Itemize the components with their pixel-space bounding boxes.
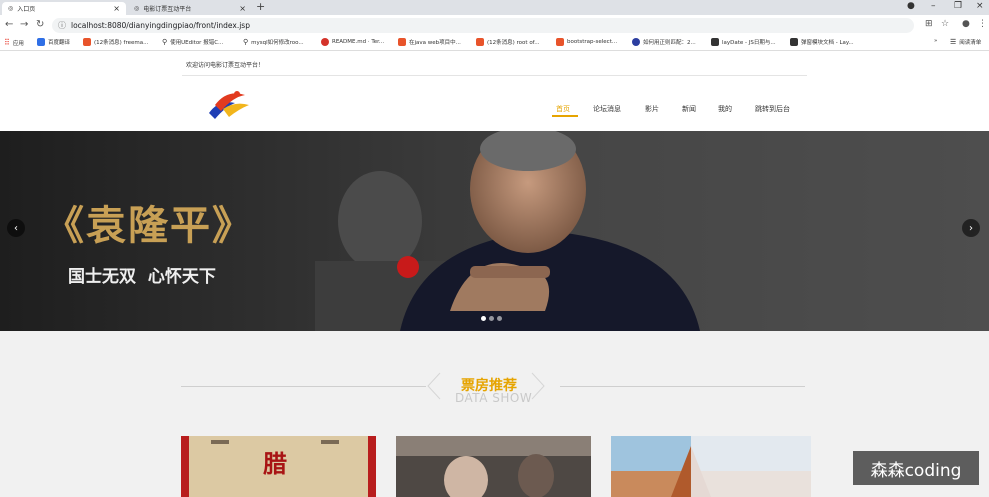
site-header: 欢迎访问电影订票互动平台！ 首页 论坛消息 影片 新闻 我的 跳转到后台 xyxy=(0,51,989,131)
csdn-icon xyxy=(556,38,564,46)
search-icon: ⚲ xyxy=(243,38,249,46)
tab-index[interactable]: ◎ 入口页 × xyxy=(2,2,126,15)
bookmark-item[interactable]: bootstrap-select... xyxy=(556,38,617,46)
bookmark-item[interactable]: ⚲ 使用UEditor 报错C... xyxy=(162,38,223,46)
globe-icon: ◎ xyxy=(134,5,140,12)
bookmark-item[interactable]: 如何用正则匹配：2... xyxy=(632,38,696,46)
tab-label: 电影订票互动平台 xyxy=(143,6,192,13)
menu-icon[interactable]: ⋮ xyxy=(978,19,987,29)
nav-home[interactable]: 首页 xyxy=(556,104,570,114)
url-field[interactable]: ⓘ localhost:8080/dianyingdingpiao/front/… xyxy=(52,18,914,33)
bookmarks-more-button[interactable]: » xyxy=(934,38,937,44)
account-icon[interactable]: ● xyxy=(962,19,970,29)
restore-button[interactable]: ❐ xyxy=(954,1,962,11)
csdn-icon xyxy=(476,38,484,46)
close-window-button[interactable]: × xyxy=(976,1,984,11)
profile-dot-icon[interactable]: ● xyxy=(907,1,915,11)
reading-list-button[interactable]: ☰ 阅读清单 xyxy=(950,38,981,46)
site-icon xyxy=(632,38,640,46)
layui-icon xyxy=(711,38,719,46)
apps-grid-icon: ⠿ xyxy=(4,38,10,47)
movie-card[interactable] xyxy=(396,436,591,497)
movie-card[interactable] xyxy=(611,436,811,497)
carousel-indicators xyxy=(481,316,502,321)
csdn-icon xyxy=(83,38,91,46)
nav-admin[interactable]: 跳转到后台 xyxy=(755,104,790,114)
address-toolbar: ← → ↻ ⓘ localhost:8080/dianyingdingpiao/… xyxy=(0,15,989,37)
bookmark-item[interactable]: 弹窗模块文档 - Lay... xyxy=(790,38,854,46)
browser-tab-bar: ◎ 入口页 × ◎ 电影订票互动平台 × + ● – ❐ × xyxy=(0,0,989,15)
section-subtitle: DATA SHOW xyxy=(455,391,533,405)
bookmark-item[interactable]: (12条消息) root of... xyxy=(476,38,539,46)
reading-list-icon: ☰ xyxy=(950,38,957,46)
watermark-label: 森森coding xyxy=(853,451,979,485)
carousel-dot[interactable] xyxy=(489,316,494,321)
poster-title-text: 腊 xyxy=(263,449,287,478)
minimize-button[interactable]: – xyxy=(931,1,936,11)
layui-icon xyxy=(790,38,798,46)
nav-news[interactable]: 新闻 xyxy=(682,104,696,114)
info-icon: ⓘ xyxy=(58,21,66,30)
gitee-icon xyxy=(321,38,329,46)
carousel-dot[interactable] xyxy=(497,316,502,321)
header-divider xyxy=(182,75,807,76)
close-tab-icon[interactable]: × xyxy=(239,4,246,13)
section-divider-left xyxy=(181,386,426,387)
nav-active-underline xyxy=(552,115,578,117)
site-logo[interactable] xyxy=(205,85,253,123)
csdn-icon xyxy=(398,38,406,46)
star-icon[interactable]: ☆ xyxy=(941,19,949,29)
bookmark-item[interactable]: 在java web项目中... xyxy=(398,38,461,46)
movie-card[interactable]: 腊 xyxy=(181,436,376,497)
new-tab-button[interactable]: + xyxy=(256,0,265,13)
nav-forum[interactable]: 论坛消息 xyxy=(593,104,621,114)
globe-icon: ◎ xyxy=(8,5,14,12)
bookmark-item[interactable]: ⚲ mysql如何修改roo... xyxy=(243,38,304,46)
back-icon[interactable]: ← xyxy=(5,19,13,30)
banner-subtitle: 国士无双 心怀天下 xyxy=(68,267,216,287)
section-divider-right xyxy=(560,386,805,387)
welcome-text: 欢迎访问电影订票互动平台！ xyxy=(186,62,265,69)
nav-mine[interactable]: 我的 xyxy=(718,104,732,114)
bookmark-apps[interactable]: ⠿ 应用 xyxy=(4,38,24,47)
url-text: localhost:8080/dianyingdingpiao/front/in… xyxy=(71,21,250,30)
tab-platform[interactable]: ◎ 电影订票互动平台 × xyxy=(128,2,252,15)
bookmark-item[interactable]: (12条消息) freema... xyxy=(83,38,148,46)
carousel-dot[interactable] xyxy=(481,316,486,321)
translate-icon[interactable]: ⊞ xyxy=(925,19,933,29)
movie-poster xyxy=(396,436,591,497)
movie-poster xyxy=(611,436,811,497)
search-icon: ⚲ xyxy=(162,38,168,46)
carousel-prev-arrow-icon[interactable]: ‹ xyxy=(7,219,25,237)
close-tab-icon[interactable]: × xyxy=(113,4,120,13)
bookmarks-bar: ⠿ 应用 百度翻译 (12条消息) freema... ⚲ 使用UEditor … xyxy=(0,36,989,51)
nav-movies[interactable]: 影片 xyxy=(645,104,659,114)
bookmark-item[interactable]: README.md · Ter... xyxy=(321,38,384,46)
bookmark-item[interactable]: layDate - JS日期与... xyxy=(711,38,776,46)
reload-icon[interactable]: ↻ xyxy=(36,19,44,30)
bookmark-item[interactable]: 百度翻译 xyxy=(37,38,70,46)
banner-carousel[interactable]: 《袁隆平》 国士无双 心怀天下 ‹ › xyxy=(0,131,989,331)
banner-title: 《袁隆平》 xyxy=(44,202,254,249)
forward-icon[interactable]: → xyxy=(20,19,28,30)
tab-label: 入口页 xyxy=(17,6,36,13)
carousel-next-arrow-icon[interactable]: › xyxy=(962,219,980,237)
translate-site-icon xyxy=(37,38,45,46)
